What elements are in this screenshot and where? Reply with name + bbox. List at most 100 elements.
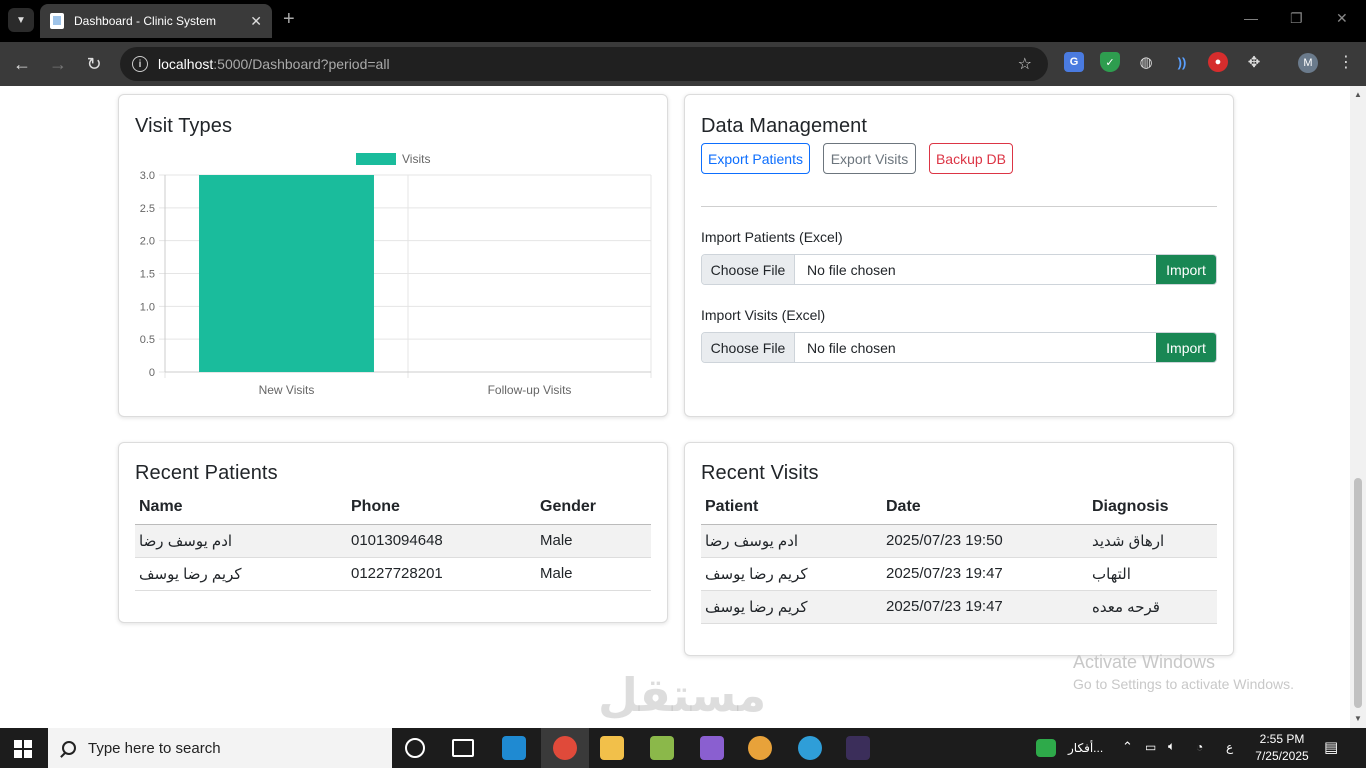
- visit-patient-cell: كريم رضا يوسف: [701, 557, 882, 591]
- edge-icon[interactable]: [798, 736, 822, 760]
- cortana-icon[interactable]: [405, 738, 425, 758]
- tray-app-icon[interactable]: [1036, 739, 1056, 757]
- import-patients-file-name[interactable]: No file chosen: [795, 255, 1156, 284]
- record-extension-icon[interactable]: ●: [1208, 52, 1228, 72]
- recent-visits-table: Patient Date Diagnosis ادم يوسف رضا 2025…: [701, 491, 1217, 624]
- bar: [199, 175, 374, 372]
- clock-date[interactable]: 7/25/2025: [1254, 749, 1310, 763]
- tab-search-button[interactable]: ▼: [8, 8, 34, 32]
- import-visits-file-group: Choose File No file chosen Import: [701, 332, 1217, 363]
- tray-label[interactable]: أفكار...: [1068, 741, 1103, 755]
- windows-start-icon[interactable]: [14, 740, 32, 758]
- patient-phone-cell: 01013094648: [347, 524, 536, 558]
- notification-icon[interactable]: ▤: [1324, 738, 1338, 756]
- forward-arrow-icon[interactable]: →: [46, 52, 70, 76]
- visit-patient-cell: كريم رضا يوسف: [701, 590, 882, 624]
- y-tick-label: 2.5: [140, 203, 155, 215]
- column-header-diagnosis: Diagnosis: [1088, 491, 1217, 525]
- import-visits-choose-file-button[interactable]: Choose File: [702, 333, 795, 362]
- terminal-icon[interactable]: [846, 736, 870, 760]
- address-bar[interactable]: i localhost:5000/Dashboard?period=all ☆: [120, 47, 1048, 81]
- backup-db-button[interactable]: Backup DB: [929, 143, 1013, 174]
- site-watermark: مستقل: [598, 669, 767, 721]
- recent-patients-title: Recent Patients: [135, 462, 278, 484]
- table-row[interactable]: ادم يوسف رضا 2025/07/23 19:50 ارهاق شديد: [701, 524, 1217, 558]
- translate-extension-icon[interactable]: G: [1064, 52, 1084, 72]
- x-tick-label: Follow-up Visits: [488, 383, 572, 397]
- import-patients-choose-file-button[interactable]: Choose File: [702, 255, 795, 284]
- visit-patient-cell: ادم يوسف رضا: [701, 524, 882, 558]
- battery-icon[interactable]: ▭: [1145, 740, 1156, 754]
- url-text[interactable]: localhost:5000/Dashboard?period=all: [158, 56, 390, 72]
- activate-windows-subtitle: Go to Settings to activate Windows.: [1073, 676, 1294, 692]
- patient-name-cell: ادم يوسف رضا: [135, 524, 347, 558]
- shield-extension-icon[interactable]: ✓: [1100, 52, 1120, 72]
- restore-icon[interactable]: ❐: [1290, 10, 1303, 27]
- import-visits-button[interactable]: Import: [1156, 333, 1216, 362]
- scroll-thumb[interactable]: [1354, 478, 1362, 708]
- chrome-icon[interactable]: [748, 736, 772, 760]
- y-tick-label: 2.0: [140, 236, 155, 248]
- tab-close-icon[interactable]: ✕: [250, 13, 262, 30]
- visit-diagnosis-cell: التهاب: [1088, 557, 1217, 591]
- visit-date-cell: 2025/07/23 19:47: [882, 590, 1088, 624]
- site-info-icon[interactable]: i: [132, 56, 148, 72]
- scroll-up-arrow-icon[interactable]: ▲: [1354, 90, 1362, 99]
- reload-icon[interactable]: ↻: [82, 52, 106, 76]
- visit-date-cell: 2025/07/23 19:50: [882, 524, 1088, 558]
- import-visits-file-name[interactable]: No file chosen: [795, 333, 1156, 362]
- patient-name-cell: كريم رضا يوسف: [135, 557, 347, 591]
- column-header-date: Date: [882, 491, 1088, 525]
- network-icon[interactable]: ◔: [1196, 740, 1203, 754]
- taskbar-search-box[interactable]: Type here to search: [48, 728, 392, 768]
- table-row[interactable]: كريم رضا يوسف 01227728201 Male: [135, 557, 651, 591]
- export-patients-button[interactable]: Export Patients: [701, 143, 810, 174]
- taskbar-search-placeholder: Type here to search: [88, 739, 221, 757]
- table-row[interactable]: كريم رضا يوسف 2025/07/23 19:47 قرحه معده: [701, 590, 1217, 624]
- back-arrow-icon[interactable]: ←: [10, 52, 34, 76]
- visit-types-card: Visit Types 3.0 2.5 2.0 1.5 1.0 0.5 0 New Visit…: [118, 94, 668, 417]
- export-visits-button[interactable]: Export Visits: [823, 143, 916, 174]
- column-header-name: Name: [135, 491, 347, 525]
- browser-menu-icon[interactable]: ⋮: [1338, 52, 1354, 72]
- postman-icon[interactable]: [553, 736, 577, 760]
- page-viewport: Visit Types 3.0 2.5 2.0 1.5 1.0 0.5 0 New Visit…: [0, 86, 1350, 728]
- globe-extension-icon[interactable]: ◍: [1136, 52, 1156, 72]
- import-patients-label: Import Patients (Excel): [701, 229, 843, 245]
- import-patients-button[interactable]: Import: [1156, 255, 1216, 284]
- x-tick-label: New Visits: [259, 383, 315, 397]
- volume-icon[interactable]: 🔈︎: [1168, 739, 1175, 754]
- extensions-puzzle-icon[interactable]: ✥: [1244, 52, 1264, 72]
- recent-visits-card: Recent Visits Patient Date Diagnosis ادم…: [684, 442, 1234, 656]
- tool-app-icon[interactable]: [650, 736, 674, 760]
- visit-diagnosis-cell: قرحه معده: [1088, 590, 1217, 624]
- activate-windows-title: Activate Windows: [1073, 652, 1216, 672]
- scroll-down-arrow-icon[interactable]: ▼: [1354, 714, 1362, 723]
- browser-tab-dashboard[interactable]: Dashboard - Clinic System ✕: [40, 4, 272, 38]
- visit-diagnosis-cell: ارهاق شديد: [1088, 524, 1217, 558]
- close-window-icon[interactable]: ✕: [1336, 10, 1348, 27]
- page-scrollbar[interactable]: ▲ ▼: [1350, 86, 1366, 728]
- vscode-icon[interactable]: [502, 736, 526, 760]
- input-language[interactable]: ع: [1226, 740, 1233, 754]
- search-icon: [62, 741, 76, 755]
- bookmark-star-icon[interactable]: ☆: [1018, 54, 1032, 74]
- legend-swatch: [356, 153, 396, 165]
- task-view-icon[interactable]: [452, 739, 474, 757]
- column-header-gender: Gender: [536, 491, 651, 525]
- table-row[interactable]: كريم رضا يوسف 2025/07/23 19:47 التهاب: [701, 557, 1217, 591]
- y-tick-label: 3.0: [140, 170, 155, 182]
- profile-avatar[interactable]: M: [1298, 53, 1318, 73]
- new-tab-plus-icon[interactable]: +: [283, 9, 295, 29]
- clock-time[interactable]: 2:55 PM: [1258, 732, 1306, 746]
- file-explorer-icon[interactable]: [600, 736, 624, 760]
- windows-taskbar: Type here to search أفكار... ⌃ ▭ 🔈︎ ◔ ع …: [0, 728, 1366, 768]
- visual-studio-icon[interactable]: [700, 736, 724, 760]
- import-patients-file-group: Choose File No file chosen Import: [701, 254, 1217, 285]
- wave-extension-icon[interactable]: )): [1172, 52, 1192, 72]
- tray-chevron-up-icon[interactable]: ⌃: [1122, 739, 1133, 755]
- patient-phone-cell: 01227728201: [347, 557, 536, 591]
- table-row[interactable]: ادم يوسف رضا 01013094648 Male: [135, 524, 651, 558]
- minimize-icon[interactable]: —: [1244, 10, 1258, 26]
- browser-toolbar: ← → ↻ i localhost:5000/Dashboard?period=…: [0, 42, 1366, 86]
